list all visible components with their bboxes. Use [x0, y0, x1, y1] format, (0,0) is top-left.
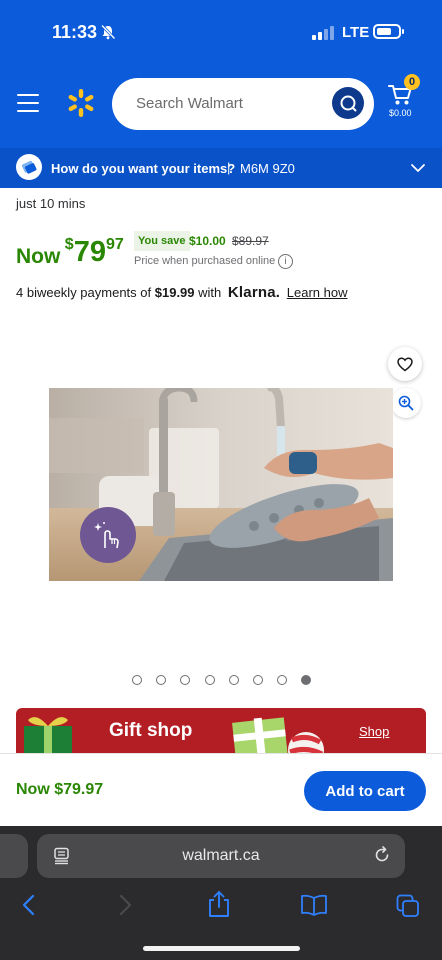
gift-shop-link[interactable]: Shop	[359, 724, 389, 739]
add-to-cart-button[interactable]: Add to cart	[304, 771, 426, 811]
delivery-question: How do you want your items?	[51, 161, 236, 176]
sticky-add-to-cart-bar: Now $79.97 Add to cart	[0, 753, 442, 826]
carousel-dot[interactable]	[204, 675, 215, 685]
bookmarks-icon[interactable]	[300, 894, 328, 916]
carousel-dot[interactable]	[228, 675, 239, 685]
search-button[interactable]	[332, 87, 364, 119]
delivery-selector[interactable]: How do you want your items? | M6M 9Z0	[0, 148, 442, 188]
delivery-icon	[16, 154, 42, 180]
sticky-price: Now $79.97	[16, 781, 104, 798]
price-dollars: 79	[73, 236, 106, 268]
klarna-amount: $19.99	[154, 285, 195, 300]
gift-shop-banner[interactable]: Gift shop Shop	[16, 708, 426, 753]
carousel-dot[interactable]	[156, 675, 167, 685]
forward-icon[interactable]	[116, 894, 134, 916]
delivery-separator: |	[227, 160, 231, 175]
status-time: 11:33	[52, 22, 98, 42]
klarna-learn-how-link[interactable]: Learn how	[287, 285, 348, 300]
browser-toolbar: walmart.ca	[0, 826, 442, 960]
heart-icon	[397, 357, 413, 372]
chevron-down-icon	[411, 164, 425, 172]
share-icon[interactable]	[207, 890, 231, 918]
klarna-payments: 4 biweekly payments of $19.99 with Klarn…	[16, 284, 348, 301]
carousel-dot[interactable]	[180, 675, 191, 685]
klarna-logo: Klarna.	[227, 284, 281, 301]
home-indicator[interactable]	[143, 946, 300, 951]
zoom-button[interactable]	[391, 388, 421, 418]
bell-slash-icon	[100, 24, 116, 40]
signal-icon	[312, 26, 334, 40]
menu-icon[interactable]	[17, 94, 39, 112]
search-icon	[340, 95, 357, 112]
touch-icon	[94, 522, 119, 549]
favorite-button[interactable]	[388, 347, 422, 381]
carousel-dot[interactable]	[277, 675, 288, 685]
network-type: LTE	[342, 24, 370, 41]
product-description-fragment: just 10 mins	[16, 196, 86, 211]
klarna-with: with	[198, 285, 222, 300]
carousel-dot[interactable]	[132, 675, 142, 685]
battery-icon	[373, 24, 404, 39]
reload-icon[interactable]	[373, 846, 391, 864]
was-price: $89.97	[232, 234, 269, 248]
previous-tab-preview[interactable]	[0, 834, 28, 878]
cart-count-badge: 0	[404, 74, 420, 90]
gift-shop-title: Gift shop	[109, 720, 193, 741]
now-label: Now	[16, 245, 61, 268]
price-currency: $	[64, 236, 74, 253]
address-bar[interactable]: walmart.ca	[37, 834, 405, 878]
app-header: 11:33 LTE Search Walmart 0 $0.00 How do …	[0, 0, 442, 188]
price-note: Price when purchased online	[134, 255, 276, 267]
cart-button[interactable]: 0 $0.00	[386, 74, 426, 122]
you-save-badge: You save	[134, 231, 190, 251]
back-icon[interactable]	[20, 894, 38, 916]
url-text: walmart.ca	[182, 847, 260, 864]
product-image[interactable]	[49, 388, 393, 581]
klarna-prefix: 4 biweekly payments of	[16, 285, 152, 300]
cart-total: $0.00	[389, 108, 412, 118]
tabs-icon[interactable]	[396, 894, 420, 918]
status-bar: 11:33 LTE	[0, 0, 442, 64]
info-icon[interactable]: i	[278, 254, 293, 269]
carousel-dot[interactable]	[253, 675, 263, 685]
search-input[interactable]: Search Walmart	[112, 78, 374, 130]
carousel-dot[interactable]	[301, 675, 312, 685]
zoom-icon	[398, 395, 414, 411]
touch-badge	[80, 507, 136, 563]
save-amount: $10.00	[189, 234, 226, 248]
price-cents: 97	[105, 236, 124, 253]
current-price: Now $7997	[16, 236, 124, 269]
walmart-spark-icon[interactable]	[66, 88, 96, 118]
postal-code: M6M 9Z0	[240, 161, 295, 176]
search-placeholder: Search Walmart	[136, 95, 243, 112]
